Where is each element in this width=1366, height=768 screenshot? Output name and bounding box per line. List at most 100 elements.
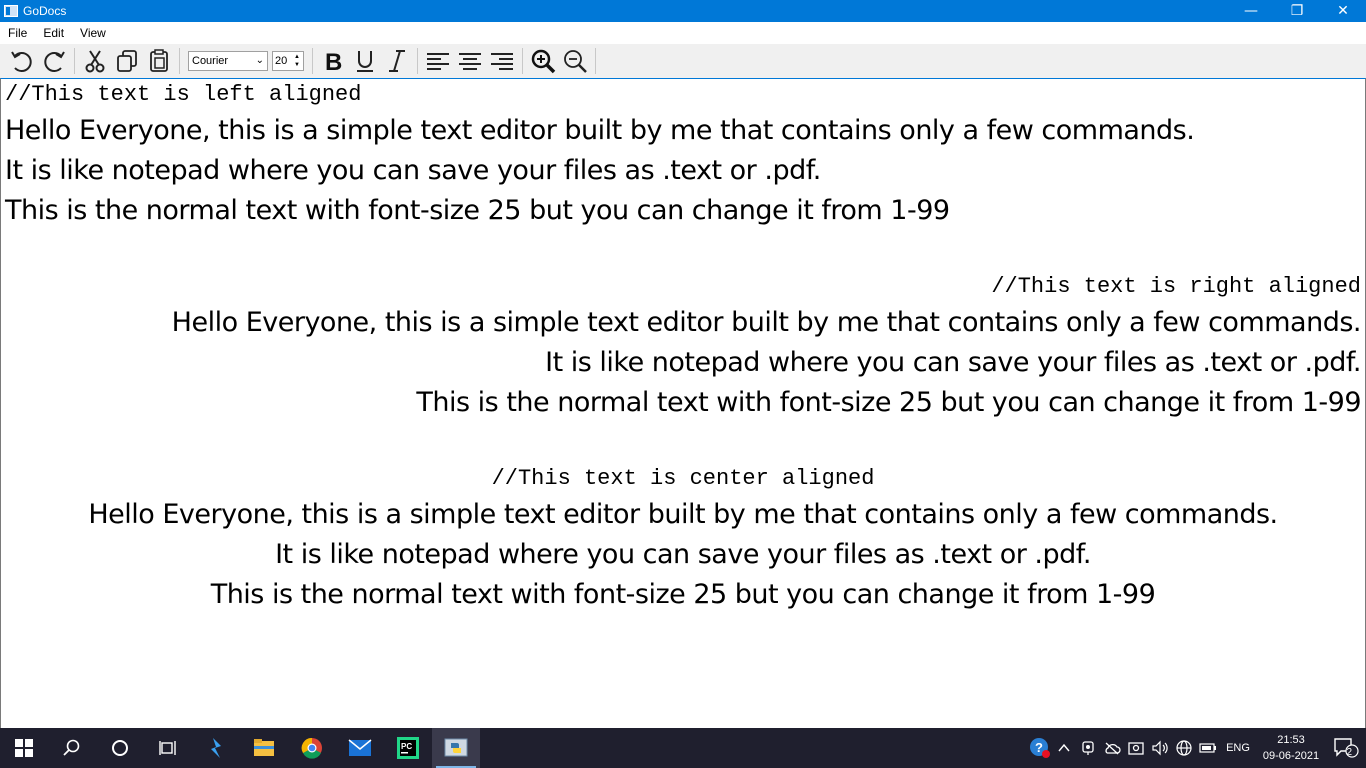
search-icon bbox=[63, 739, 80, 756]
help-alert-icon: ? bbox=[1030, 738, 1050, 758]
zoom-in-button[interactable] bbox=[527, 46, 559, 76]
task-view-icon bbox=[159, 741, 176, 755]
align-center-button[interactable] bbox=[454, 46, 486, 76]
mail-icon bbox=[348, 739, 372, 756]
start-button[interactable] bbox=[0, 728, 48, 768]
copy-button[interactable] bbox=[111, 46, 143, 76]
webcam-tray-button[interactable] bbox=[1076, 728, 1100, 768]
font-size-spinner[interactable]: 20 ▲ ▼ bbox=[272, 51, 304, 71]
onedrive-off-icon bbox=[1105, 742, 1121, 755]
taskbar-app-file-explorer[interactable] bbox=[240, 728, 288, 768]
center-aligned-line: Hello Everyone, this is a simple text ed… bbox=[88, 499, 1278, 530]
chrome-icon bbox=[301, 737, 322, 759]
font-family-select[interactable]: Courier ⌄ bbox=[188, 51, 268, 71]
align-center-icon bbox=[459, 53, 481, 70]
right-aligned-line: It is like notepad where you can save yo… bbox=[545, 347, 1361, 378]
bold-icon: B bbox=[325, 49, 342, 74]
taskbar-app-python[interactable] bbox=[432, 728, 480, 768]
system-tray: ? ENG 21:53 09-06-2021 2 bbox=[1028, 728, 1366, 768]
chevron-down-icon: ⌄ bbox=[255, 55, 264, 66]
undo-button[interactable] bbox=[6, 46, 38, 76]
webcam-icon bbox=[1082, 741, 1094, 755]
taskbar-app-visual-studio[interactable] bbox=[192, 728, 240, 768]
paste-button[interactable] bbox=[143, 46, 175, 76]
zoom-in-icon bbox=[531, 49, 556, 74]
taskbar-app-pycharm[interactable]: PC bbox=[384, 728, 432, 768]
pycharm-icon: PC bbox=[397, 737, 419, 759]
italic-icon bbox=[389, 50, 405, 72]
menu-edit[interactable]: Edit bbox=[35, 26, 72, 40]
undo-icon bbox=[11, 51, 32, 72]
spinner-arrows-icon[interactable]: ▲ ▼ bbox=[292, 53, 302, 69]
toolbar-separator bbox=[74, 48, 75, 74]
security-icon bbox=[1128, 742, 1144, 755]
toolbar-separator bbox=[417, 48, 418, 74]
clock[interactable]: 21:53 09-06-2021 bbox=[1256, 732, 1326, 764]
security-tray-button[interactable] bbox=[1124, 728, 1148, 768]
left-aligned-line: Hello Everyone, this is a simple text ed… bbox=[5, 115, 1195, 146]
left-aligned-line: This is the normal text with font-size 2… bbox=[5, 195, 950, 226]
volume-icon bbox=[1152, 740, 1168, 756]
search-button[interactable] bbox=[48, 728, 96, 768]
file-explorer-icon bbox=[254, 739, 274, 756]
paste-icon bbox=[150, 49, 168, 72]
window-controls: — ❐ ✕ bbox=[1228, 0, 1366, 22]
notification-center-button[interactable]: 2 bbox=[1326, 728, 1366, 768]
toolbar: Courier ⌄ 20 ▲ ▼ B bbox=[0, 44, 1366, 78]
title-bar: GoDocs — ❐ ✕ bbox=[0, 0, 1366, 22]
center-aligned-comment: //This text is center aligned bbox=[491, 466, 875, 491]
window-title: GoDocs bbox=[23, 4, 67, 18]
right-aligned-comment: //This text is right aligned bbox=[991, 274, 1361, 299]
copy-icon bbox=[117, 50, 137, 72]
toolbar-separator bbox=[179, 48, 180, 74]
python-icon bbox=[444, 738, 468, 757]
toolbar-separator bbox=[522, 48, 523, 74]
bold-button[interactable]: B bbox=[317, 46, 349, 76]
text-editor-area[interactable]: //This text is left aligned Hello Everyo… bbox=[0, 78, 1366, 728]
zoom-out-icon bbox=[564, 50, 587, 73]
italic-button[interactable] bbox=[381, 46, 413, 76]
underline-button[interactable] bbox=[349, 46, 381, 76]
onedrive-tray-button[interactable] bbox=[1100, 728, 1124, 768]
zoom-out-button[interactable] bbox=[559, 46, 591, 76]
notification-count-badge: 2 bbox=[1346, 747, 1352, 758]
right-aligned-line: Hello Everyone, this is a simple text ed… bbox=[171, 307, 1362, 338]
align-left-icon bbox=[427, 53, 449, 70]
center-aligned-line: It is like notepad where you can save yo… bbox=[275, 539, 1091, 570]
task-view-button[interactable] bbox=[144, 728, 192, 768]
font-family-value: Courier bbox=[192, 55, 229, 67]
right-aligned-line: This is the normal text with font-size 2… bbox=[416, 387, 1361, 418]
help-tray-button[interactable]: ? bbox=[1028, 728, 1052, 768]
menu-view[interactable]: View bbox=[72, 26, 114, 40]
globe-network-icon bbox=[1176, 740, 1192, 756]
svg-text:PC: PC bbox=[401, 742, 412, 751]
language-indicator[interactable]: ENG bbox=[1220, 742, 1256, 754]
taskbar-app-mail[interactable] bbox=[336, 728, 384, 768]
taskbar: PC ? ENG 21:53 09-06-2021 2 bbox=[0, 728, 1366, 768]
show-hidden-icons-button[interactable] bbox=[1052, 728, 1076, 768]
redo-icon bbox=[44, 51, 65, 72]
battery-icon bbox=[1199, 743, 1216, 753]
redo-button[interactable] bbox=[38, 46, 70, 76]
restore-button[interactable]: ❐ bbox=[1274, 0, 1320, 22]
windows-start-icon bbox=[15, 739, 33, 757]
network-tray-button[interactable] bbox=[1172, 728, 1196, 768]
menu-bar: File Edit View bbox=[0, 22, 1366, 44]
cortana-button[interactable] bbox=[96, 728, 144, 768]
align-left-button[interactable] bbox=[422, 46, 454, 76]
menu-file[interactable]: File bbox=[0, 26, 35, 40]
volume-tray-button[interactable] bbox=[1148, 728, 1172, 768]
chevron-up-icon bbox=[1058, 743, 1070, 752]
svg-text:B: B bbox=[325, 49, 342, 74]
battery-tray-button[interactable] bbox=[1196, 728, 1220, 768]
underline-icon bbox=[357, 51, 373, 72]
minimize-button[interactable]: — bbox=[1228, 0, 1274, 22]
left-aligned-line: It is like notepad where you can save yo… bbox=[5, 155, 821, 186]
taskbar-app-chrome[interactable] bbox=[288, 728, 336, 768]
align-right-button[interactable] bbox=[486, 46, 518, 76]
clock-date: 09-06-2021 bbox=[1262, 750, 1320, 762]
cut-button[interactable] bbox=[79, 46, 111, 76]
close-button[interactable]: ✕ bbox=[1320, 0, 1366, 22]
font-size-value: 20 bbox=[275, 55, 288, 67]
toolbar-separator bbox=[595, 48, 596, 74]
